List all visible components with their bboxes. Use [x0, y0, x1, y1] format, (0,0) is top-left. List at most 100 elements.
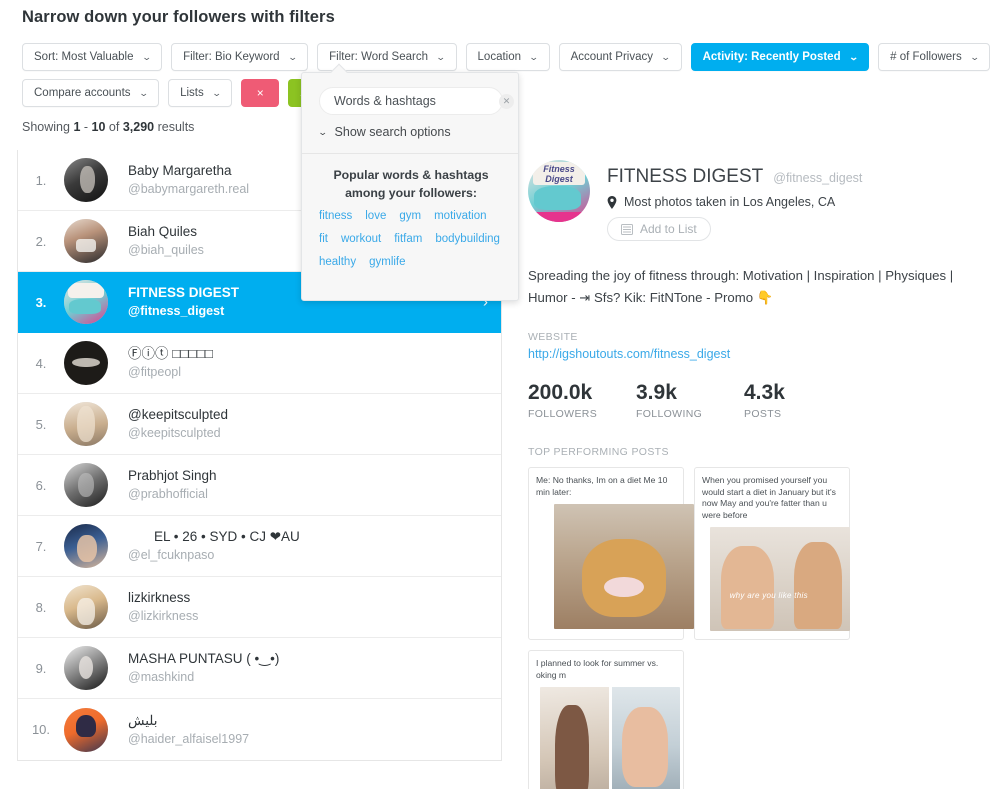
item-name: Ⓕⓘⓣ □□□□□: [128, 344, 213, 363]
stat-value: 4.3k: [744, 381, 852, 405]
item-name: EL • 26 • SYD • CJ ❤AU: [128, 527, 300, 546]
filter-sort-most-valuable[interactable]: Sort: Most Valuable ⌄: [22, 43, 162, 71]
item-handle: @fitpeopl: [128, 363, 213, 382]
tag-gymlife[interactable]: gymlife: [369, 253, 405, 272]
clear-icon[interactable]: ✕: [499, 94, 514, 109]
profile-panel: Fitness Digest FITNESS DIGEST @fitness_d…: [528, 160, 990, 789]
tag-workout[interactable]: workout: [341, 230, 381, 249]
profile-handle: @fitness_digest: [773, 171, 862, 185]
tag-bodybuilding[interactable]: bodybuilding: [435, 230, 500, 249]
avatar: [64, 341, 108, 385]
website-link[interactable]: http://igshoutouts.com/fitness_digest: [528, 347, 730, 361]
results-total: 3,290: [123, 120, 154, 134]
results-of: of: [109, 120, 119, 134]
post-card[interactable]: Me: No thanks, Im on a diet Me 10 min la…: [528, 467, 684, 640]
profile-name: FITNESS DIGEST: [607, 166, 763, 188]
chevron-down-icon: ⌄: [141, 52, 151, 63]
item-rank: 2.: [18, 234, 64, 249]
tag-healthy[interactable]: healthy: [319, 253, 356, 272]
filter-location[interactable]: Location ⌄: [466, 43, 550, 71]
stat-caption: FOLLOWING: [636, 408, 744, 420]
avatar: [64, 708, 108, 752]
item-rank: 10.: [18, 722, 64, 737]
item-name: FITNESS DIGEST: [128, 283, 239, 302]
filter-activity-recently-posted[interactable]: Activity: Recently Posted ⌄: [691, 43, 870, 71]
close-icon: ×: [257, 86, 264, 100]
chevron-down-icon: ⌄: [848, 52, 858, 63]
popular-tags-heading: Popular words & hashtags among your foll…: [319, 166, 503, 202]
post-card[interactable]: I planned to look for summer vs. oking m: [528, 650, 684, 789]
tag-fit[interactable]: fit: [319, 230, 328, 249]
compare-accounts-button[interactable]: Compare accounts ⌄: [22, 79, 159, 107]
popular-tags-list: fitness love gym motivation fit workout …: [319, 207, 505, 272]
item-handle: @lizkirkness: [128, 607, 198, 626]
results-range-to: 10: [92, 120, 106, 134]
list-item[interactable]: 6. Prabhjot Singh @prabhofficial ›: [18, 455, 501, 516]
word-search-dropdown: ✕ ⌄ Show search options Popular words & …: [301, 72, 519, 301]
item-handle: @babymargareth.real: [128, 180, 249, 199]
filter-label: Filter: Word Search: [329, 51, 428, 63]
stat-value: 200.0k: [528, 381, 636, 405]
location-pin-icon: [607, 196, 617, 209]
item-handle: @haider_alfaisel1997: [128, 730, 249, 749]
list-item[interactable]: 8. lizkirkness @lizkirkness ›: [18, 577, 501, 638]
item-rank: 1.: [18, 173, 64, 188]
chevron-down-icon: ⌄: [211, 88, 221, 99]
stat-following: 3.9k FOLLOWING: [636, 381, 744, 420]
list-item[interactable]: 9. MASHA PUNTASU ( •‿•) @mashkind ›: [18, 638, 501, 699]
show-search-options-toggle[interactable]: ⌄ Show search options: [319, 125, 451, 139]
item-handle: @el_fcuknpaso: [128, 546, 300, 565]
tag-fitness[interactable]: fitness: [319, 207, 352, 226]
post-card[interactable]: When you promised yourself you would sta…: [694, 467, 850, 640]
chevron-down-icon: ⌄: [529, 52, 539, 63]
avatar: [64, 646, 108, 690]
avatar: [64, 280, 108, 324]
filter-bio-keyword[interactable]: Filter: Bio Keyword ⌄: [171, 43, 308, 71]
add-to-list-button[interactable]: Add to List: [607, 217, 711, 241]
followers-filter-page: Narrow down your followers with filters …: [0, 0, 1000, 789]
item-rank: 8.: [18, 600, 64, 615]
profile-bio: Spreading the joy of fitness through: Mo…: [528, 265, 990, 309]
filter-label: Activity: Recently Posted: [703, 51, 841, 63]
item-name: Prabhjot Singh: [128, 466, 217, 485]
word-search-input-wrapper[interactable]: ✕: [319, 87, 503, 115]
avatar: [64, 524, 108, 568]
chevron-down-icon: ⌄: [969, 52, 979, 63]
filter-label: Sort: Most Valuable: [34, 51, 134, 63]
tag-love[interactable]: love: [365, 207, 386, 226]
avatar: [64, 585, 108, 629]
chevron-down-icon: ⌄: [287, 52, 297, 63]
item-name: MASHA PUNTASU ( •‿•): [128, 649, 279, 668]
word-search-input[interactable]: [320, 88, 499, 114]
profile-location-text: Most photos taken in Los Angeles, CA: [624, 195, 835, 209]
tag-motivation[interactable]: motivation: [434, 207, 486, 226]
tag-gym[interactable]: gym: [399, 207, 421, 226]
filter-number-of-followers[interactable]: # of Followers ⌄: [878, 43, 990, 71]
clear-filters-button[interactable]: ×: [241, 79, 279, 107]
profile-location: Most photos taken in Los Angeles, CA: [607, 195, 862, 209]
item-handle: @fitness_digest: [128, 302, 239, 321]
lists-button[interactable]: Lists ⌄: [168, 79, 232, 107]
list-item[interactable]: 5. @keepitsculpted @keepitsculpted ›: [18, 394, 501, 455]
item-handle: @mashkind: [128, 668, 279, 687]
list-item[interactable]: 4. Ⓕⓘⓣ □□□□□ @fitpeopl ›: [18, 333, 501, 394]
chevron-down-icon: ⌄: [318, 127, 328, 138]
post-image-watermark: why are you like this: [730, 591, 808, 600]
item-rank: 6.: [18, 478, 64, 493]
profile-stats: 200.0k FOLLOWERS 3.9k FOLLOWING 4.3k POS…: [528, 381, 990, 420]
add-to-list-label: Add to List: [640, 222, 697, 236]
filter-row-primary: Sort: Most Valuable ⌄ Filter: Bio Keywor…: [22, 43, 962, 71]
top-posts-grid: Me: No thanks, Im on a diet Me 10 min la…: [528, 467, 858, 789]
list-item[interactable]: 7. EL • 26 • SYD • CJ ❤AU @el_fcuknpaso …: [18, 516, 501, 577]
tag-fitfam[interactable]: fitfam: [394, 230, 422, 249]
item-name: Biah Quiles: [128, 222, 204, 241]
results-dash: -: [84, 120, 88, 134]
avatar: [64, 219, 108, 263]
stat-posts: 4.3k POSTS: [744, 381, 852, 420]
item-handle: @prabhofficial: [128, 485, 217, 504]
list-item[interactable]: 10. بليش @haider_alfaisel1997 ›: [18, 699, 501, 760]
item-name: Baby Margaretha: [128, 161, 249, 180]
filter-account-privacy[interactable]: Account Privacy ⌄: [559, 43, 682, 71]
profile-header: Fitness Digest FITNESS DIGEST @fitness_d…: [528, 160, 990, 241]
stat-followers: 200.0k FOLLOWERS: [528, 381, 636, 420]
